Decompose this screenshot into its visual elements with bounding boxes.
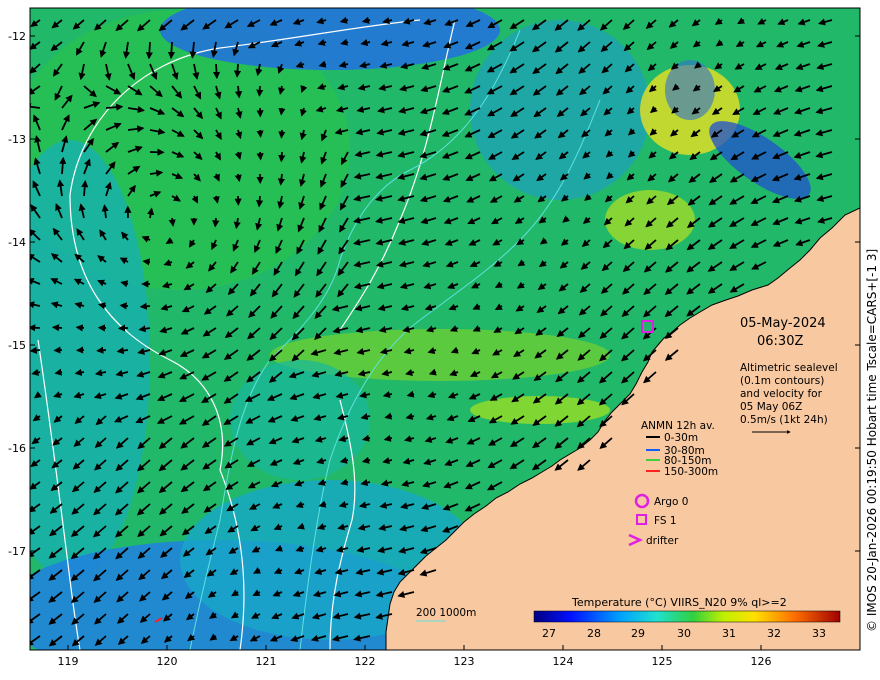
lat-tick: -17 <box>8 545 26 558</box>
info-line: (0.1m contours) <box>740 375 824 387</box>
colorbar-tick: 28 <box>587 627 601 640</box>
map-date: 05-May-2024 <box>740 316 826 331</box>
colorbar-title: Temperature (°C) VIIRS_N20 9% ql>=2 <box>571 596 787 609</box>
lon-tick: 122 <box>355 655 376 668</box>
bathymetry-label: 200 1000m <box>416 607 476 619</box>
platform-label: FS 1 <box>654 515 677 527</box>
velocity-arrow <box>168 217 176 227</box>
lon-tick: 124 <box>553 655 574 668</box>
velocity-arrow <box>235 85 243 99</box>
lon-tick: 126 <box>751 655 772 668</box>
lat-tick: -16 <box>8 442 26 455</box>
colorbar-tick: 27 <box>542 627 556 640</box>
velocity-arrow <box>256 151 264 161</box>
velocity-arrow <box>278 129 286 139</box>
lat-tick: -12 <box>8 30 26 43</box>
info-line: and velocity for <box>740 388 823 400</box>
velocity-arrow <box>96 346 107 354</box>
colorbar-tick: 33 <box>812 627 826 640</box>
velocity-arrow <box>54 368 63 376</box>
velocity-arrow <box>75 324 85 332</box>
info-line: Altimetric sealevel <box>740 362 838 374</box>
velocity-arrow <box>278 107 286 116</box>
colorbar-tick: 32 <box>767 627 781 640</box>
velocity-arrow <box>256 129 264 138</box>
velocity-arrow <box>139 302 151 310</box>
velocity-arrow <box>256 85 264 97</box>
lon-tick: 119 <box>58 655 79 668</box>
lon-tick: 120 <box>157 655 178 668</box>
lon-axis: 119 120 121 122 123 124 125 126 <box>58 655 772 668</box>
velocity-arrow <box>81 179 89 197</box>
legend-item-label: 0-30m <box>664 432 698 444</box>
velocity-arrow <box>145 41 153 60</box>
velocity-arrow <box>51 324 63 332</box>
velocity-arrow <box>256 195 264 208</box>
lon-tick: 123 <box>454 655 475 668</box>
colorbar-gradient <box>533 610 841 623</box>
lat-tick: -13 <box>8 133 26 146</box>
velocity-arrow <box>142 258 151 266</box>
platform-label: drifter <box>646 535 679 547</box>
velocity-arrow <box>233 63 242 78</box>
warm-speckle-ne2 <box>605 190 695 250</box>
map-time: 06:30Z <box>757 334 803 349</box>
velocity-arrow <box>234 173 242 183</box>
info-line: 0.5m/s (1kt 24h) <box>740 414 828 426</box>
colorbar-tick: 30 <box>677 627 691 640</box>
sst-velocity-map: 119 120 121 122 123 124 125 126 -12 -13 … <box>8 7 879 668</box>
legend-item-label: 150-300m <box>664 466 718 478</box>
info-line: 05 May 06Z <box>740 401 802 413</box>
velocity-arrow <box>167 41 176 60</box>
velocity-arrow <box>30 346 41 354</box>
lon-tick: 125 <box>652 655 673 668</box>
colorbar-tick: 31 <box>722 627 736 640</box>
colorbar-tick: 29 <box>631 627 645 640</box>
lon-tick: 121 <box>256 655 277 668</box>
lat-tick: -14 <box>8 236 26 249</box>
velocity-arrow <box>212 63 221 80</box>
platform-label: Argo 0 <box>654 496 688 508</box>
velocity-arrow <box>119 302 129 310</box>
legend-title: ANMN 12h av. <box>641 420 715 432</box>
credit-text: © IMOS 20-Jan-2026 00:19:50 Hobart time … <box>865 249 879 632</box>
lat-tick: -15 <box>8 339 26 352</box>
velocity-arrow <box>212 217 220 228</box>
velocity-arrow <box>278 151 286 163</box>
velocity-arrow <box>59 156 67 175</box>
